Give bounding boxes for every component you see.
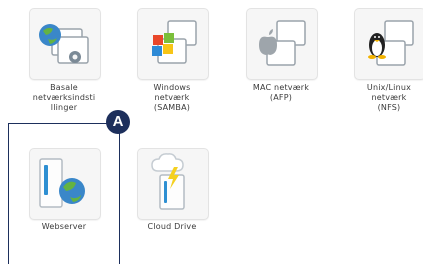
windows-network-icon: [152, 20, 197, 64]
label-line: (AFP): [269, 93, 293, 102]
linux-network-tile[interactable]: [354, 8, 423, 80]
label-line: Cloud Drive: [147, 222, 197, 231]
label-line: (SAMBA): [153, 103, 191, 112]
label-line: Unix/Linux: [366, 83, 412, 92]
windows-network-tile[interactable]: [137, 8, 209, 80]
label-line: netværksindsti: [32, 93, 96, 102]
mac-network-icon: [259, 20, 306, 66]
cloud-drive-icon: [151, 153, 185, 210]
mac-network-tile[interactable]: [246, 8, 318, 80]
label-line: MAC netværk: [252, 83, 310, 92]
basic-network-settings-label: Basale netværksindsti llinger: [14, 83, 114, 113]
callout-frame: [8, 123, 120, 264]
label-line: Windows: [153, 83, 191, 92]
label-line: netværk: [371, 93, 407, 102]
callout-marker: A: [106, 110, 130, 134]
basic-network-settings-icon: [39, 24, 89, 64]
linux-network-label: Unix/Linux netværk (NFS): [339, 83, 423, 113]
label-line: netværk: [154, 93, 190, 102]
windows-network-label: Windows netværk (SAMBA): [122, 83, 222, 113]
cloud-drive-tile[interactable]: [137, 148, 209, 220]
label-line: (NFS): [377, 103, 401, 112]
label-line: Basale: [50, 83, 78, 92]
cloud-drive-label: Cloud Drive: [122, 222, 222, 232]
mac-network-label: MAC netværk (AFP): [231, 83, 331, 103]
label-line: llinger: [50, 103, 78, 112]
basic-network-settings-tile[interactable]: [29, 8, 101, 80]
linux-network-icon: [368, 20, 414, 66]
